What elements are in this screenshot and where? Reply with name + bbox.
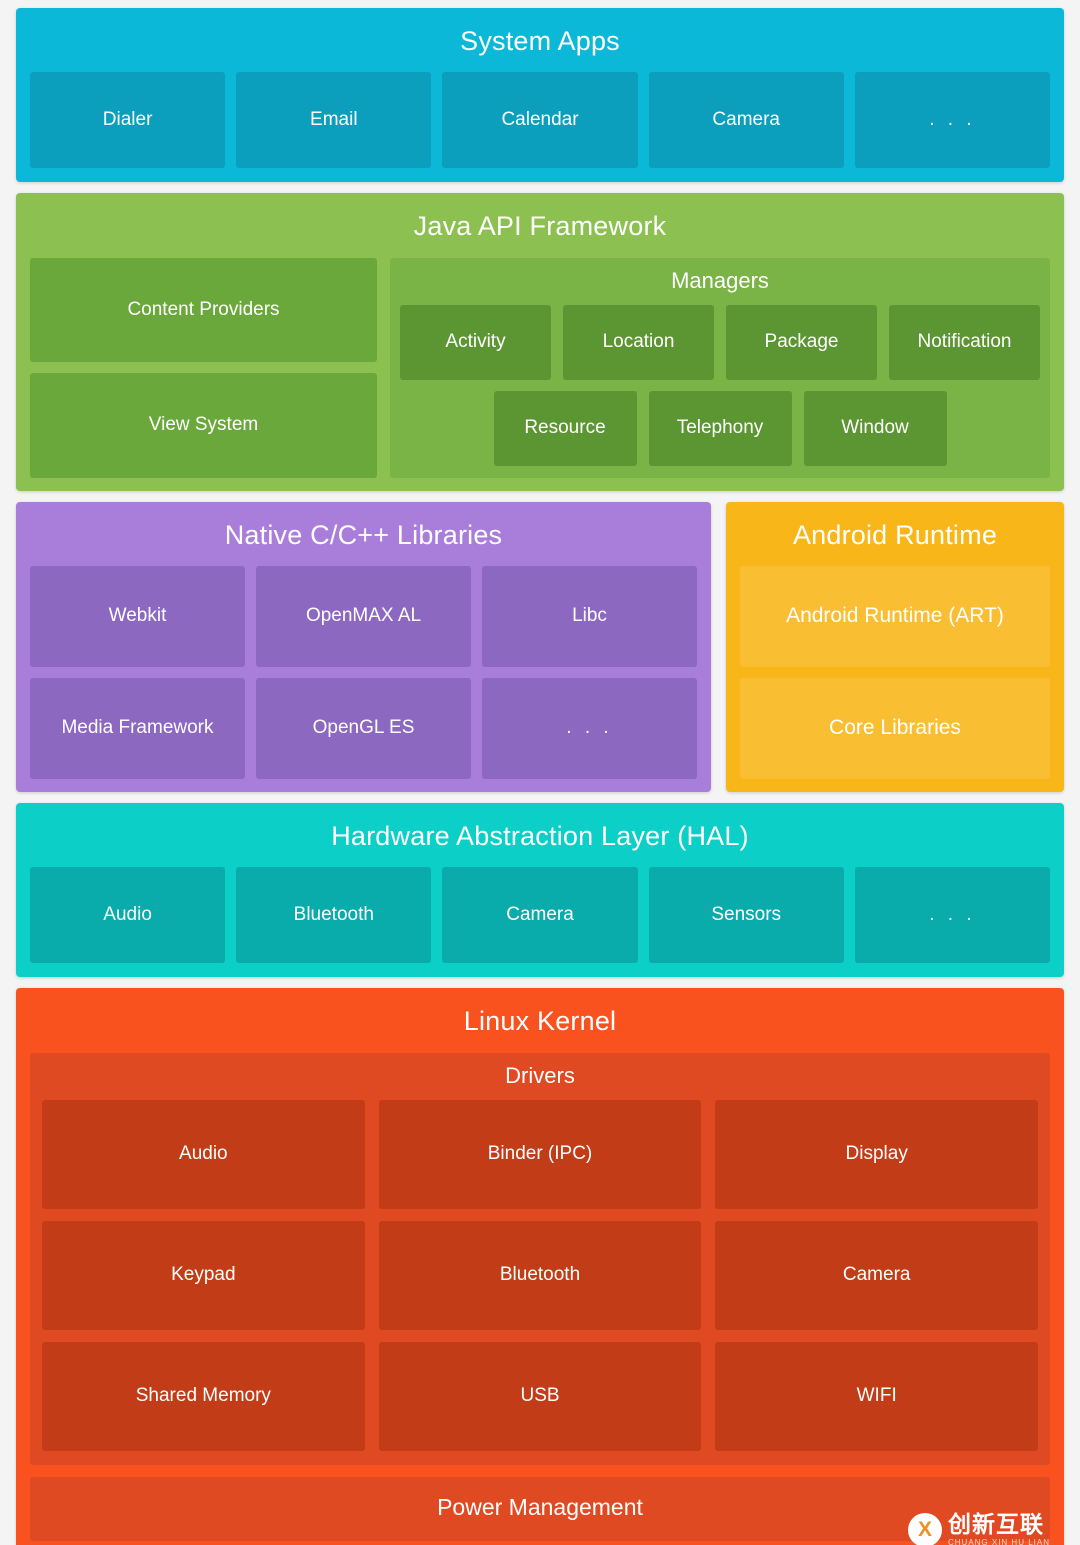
tile-manager-telephony: Telephony: [648, 390, 792, 466]
java-framework-body: Content Providers View System Managers A…: [30, 257, 1050, 478]
native-and-runtime-row: Native C/C++ Libraries Webkit OpenMAX AL…: [16, 501, 1064, 792]
managers-row-2: Resource Telephony Window: [400, 390, 1040, 466]
tile-more-apps: . . .: [854, 72, 1051, 169]
tile-dialer: Dialer: [30, 72, 226, 169]
drivers-title: Drivers: [505, 1062, 575, 1088]
tile-hal-more: . . .: [854, 867, 1051, 964]
tile-driver-usb: USB: [378, 1341, 702, 1451]
watermark-name-en: CHUANG XIN HU LIAN: [947, 1537, 1050, 1545]
watermark-logo-icon: X: [907, 1512, 942, 1545]
layer-title-java-api-framework: Java API Framework: [413, 211, 667, 242]
layer-system-apps: System Apps Dialer Email Calendar Camera…: [16, 8, 1064, 183]
watermark-name-cn: 创新互联: [947, 1510, 1044, 1537]
tile-camera: Camera: [648, 72, 844, 169]
tile-hal-bluetooth: Bluetooth: [236, 867, 432, 964]
tile-driver-shared-memory: Shared Memory: [42, 1341, 365, 1451]
tile-manager-location: Location: [563, 304, 714, 380]
managers-title: Managers: [671, 267, 769, 293]
tile-calendar: Calendar: [442, 72, 638, 169]
layer-android-runtime: Android Runtime Android Runtime (ART) Co…: [726, 501, 1064, 792]
layer-title-system-apps: System Apps: [460, 26, 620, 56]
tile-media-framework: Media Framework: [30, 677, 245, 779]
layer-native-libraries: Native C/C++ Libraries Webkit OpenMAX AL…: [16, 501, 711, 792]
native-libraries-row-1: Webkit OpenMAX AL Libc: [30, 565, 697, 667]
tile-view-system: View System: [30, 373, 377, 478]
tile-manager-activity: Activity: [400, 304, 551, 380]
layer-title-linux-kernel: Linux Kernel: [463, 1006, 617, 1037]
tile-manager-notification: Notification: [889, 304, 1040, 380]
drivers-panel: Drivers Audio Binder (IPC) Display Keypa…: [30, 1052, 1050, 1465]
layer-title-native-libraries: Native C/C++ Libraries: [224, 519, 503, 550]
tile-driver-bluetooth: Bluetooth: [378, 1220, 702, 1330]
android-runtime-row-2: Core Libraries: [740, 677, 1050, 779]
tile-hal-camera: Camera: [442, 867, 638, 964]
tile-driver-display: Display: [715, 1099, 1039, 1209]
layer-hardware-abstraction-layer: Hardware Abstraction Layer (HAL) Audio B…: [16, 802, 1064, 978]
tile-manager-resource: Resource: [493, 390, 637, 466]
android-architecture-diagram: System Apps Dialer Email Calendar Camera…: [0, 0, 1080, 1545]
tile-openmax-al: OpenMAX AL: [256, 565, 471, 667]
tile-email: Email: [236, 72, 432, 169]
tile-core-libraries: Core Libraries: [740, 677, 1050, 779]
drivers-row-1: Audio Binder (IPC) Display: [42, 1099, 1039, 1209]
power-management-panel: Power Management: [30, 1476, 1050, 1541]
tile-hal-audio: Audio: [30, 867, 226, 964]
layer-linux-kernel: Linux Kernel Drivers Audio Binder (IPC) …: [16, 988, 1064, 1545]
tile-webkit: Webkit: [30, 565, 245, 667]
native-libraries-row-2: Media Framework OpenGL ES . . .: [30, 677, 697, 779]
drivers-row-2: Keypad Bluetooth Camera: [42, 1220, 1039, 1330]
managers-row-1: Activity Location Package Notification: [400, 304, 1040, 380]
system-apps-tile-row: Dialer Email Calendar Camera . . .: [30, 72, 1051, 169]
watermark: X 创新互联 CHUANG XIN HU LIAN: [907, 1510, 1050, 1545]
tile-hal-sensors: Sensors: [648, 867, 844, 964]
tile-driver-binder-ipc: Binder (IPC): [378, 1099, 702, 1209]
tile-manager-package: Package: [726, 304, 877, 380]
watermark-text: 创新互联 CHUANG XIN HU LIAN: [947, 1510, 1050, 1545]
tile-android-runtime-art: Android Runtime (ART): [740, 565, 1050, 667]
layer-title-hal: Hardware Abstraction Layer (HAL): [331, 820, 749, 851]
tile-libc: Libc: [482, 565, 697, 667]
layer-java-api-framework: Java API Framework Content Providers Vie…: [16, 193, 1064, 491]
tile-driver-keypad: Keypad: [42, 1220, 365, 1330]
hal-tile-row: Audio Bluetooth Camera Sensors . . .: [30, 867, 1051, 964]
tile-content-providers: Content Providers: [30, 257, 377, 363]
tile-manager-window: Window: [803, 390, 947, 466]
tile-driver-camera: Camera: [715, 1220, 1039, 1330]
managers-panel: Managers Activity Location Package Notif…: [390, 257, 1050, 478]
tile-driver-audio: Audio: [42, 1099, 365, 1209]
layer-title-android-runtime: Android Runtime: [792, 519, 998, 550]
drivers-row-3: Shared Memory USB WIFI: [42, 1341, 1039, 1451]
tile-opengl-es: OpenGL ES: [256, 677, 471, 779]
java-framework-left-column: Content Providers View System: [30, 257, 377, 478]
android-runtime-row-1: Android Runtime (ART): [740, 565, 1050, 667]
tile-more-native-libraries: . . .: [482, 677, 697, 779]
tile-driver-wifi: WIFI: [715, 1341, 1039, 1451]
